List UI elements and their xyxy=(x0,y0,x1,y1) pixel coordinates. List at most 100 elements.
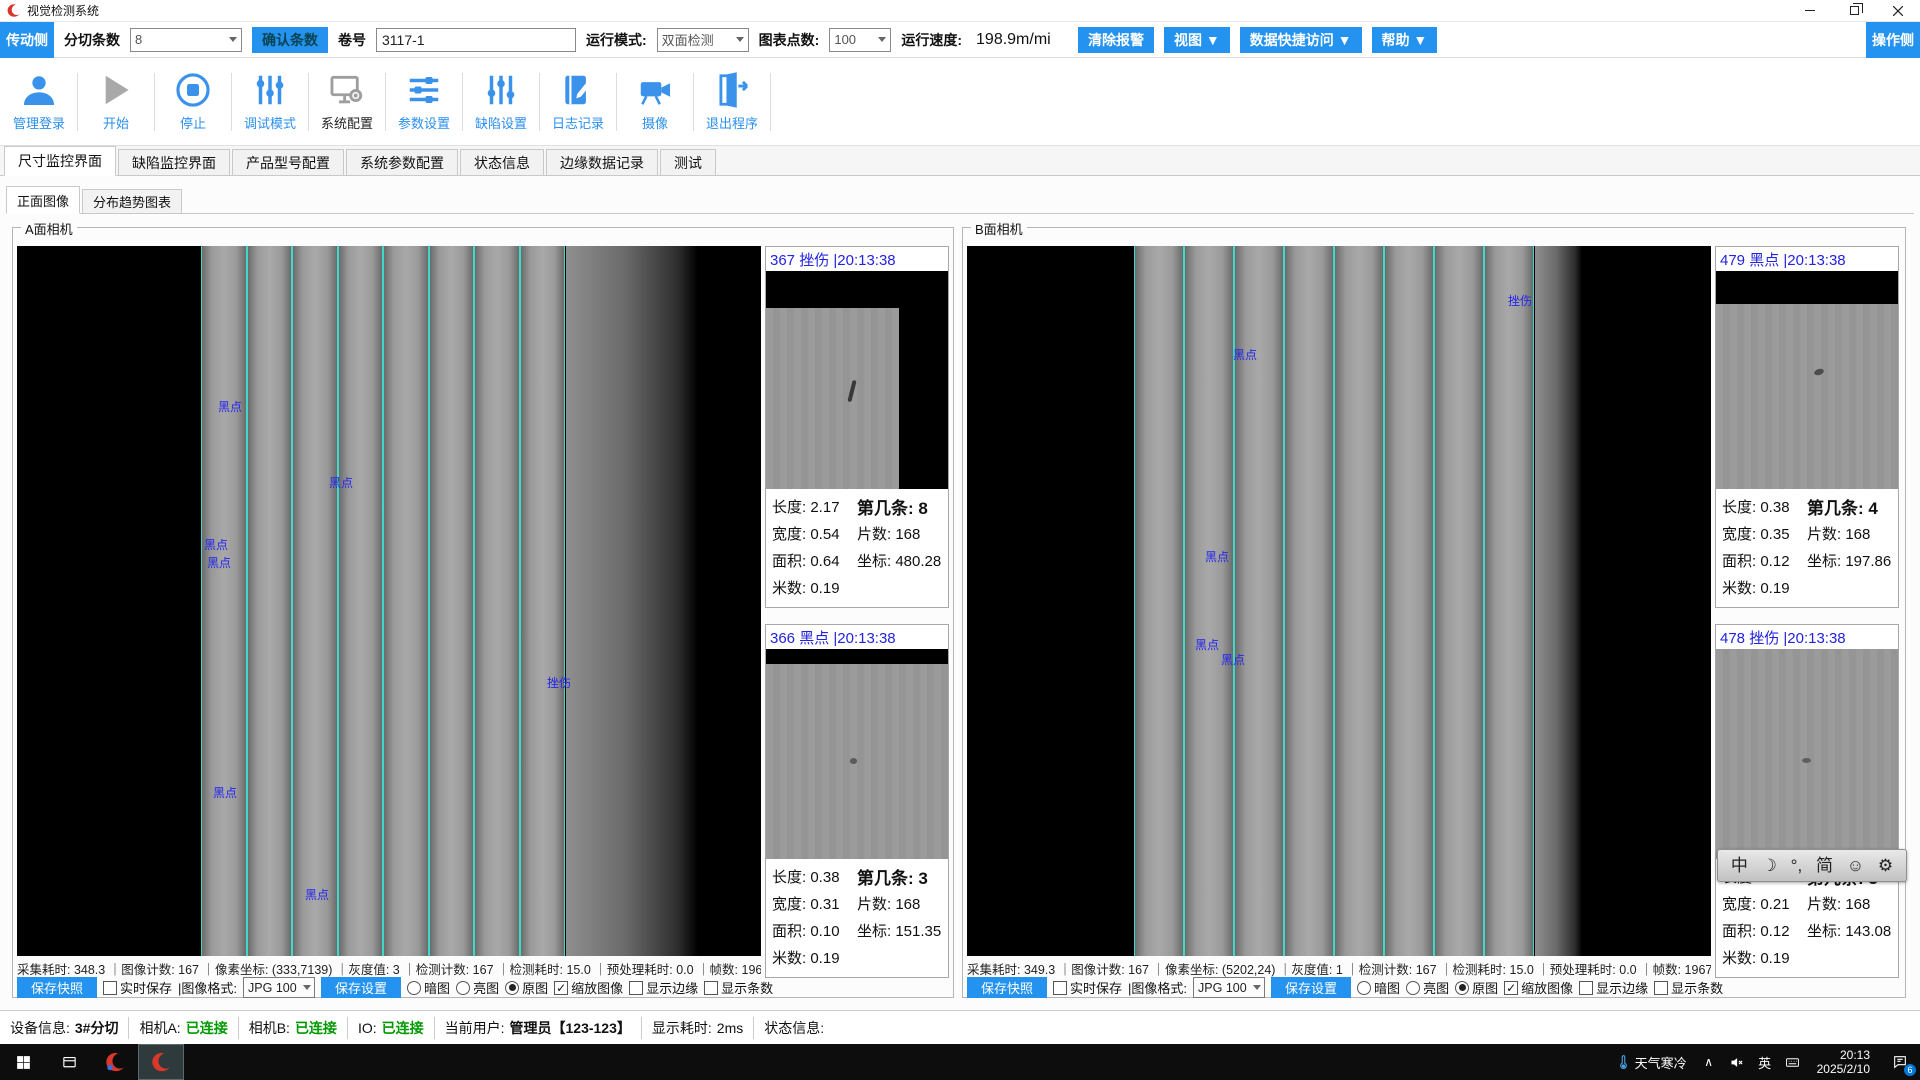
bright-image-radio[interactable] xyxy=(456,981,470,995)
measurement-value: 143.08 xyxy=(1845,923,1891,940)
checkbox-label: 显示条数 xyxy=(721,978,773,997)
checkbox-label: 实时保存 xyxy=(1070,978,1122,997)
measurement-label: 米数: xyxy=(1722,950,1760,967)
ime-settings-icon[interactable]: ⚙ xyxy=(1878,857,1893,874)
help-menu-button[interactable]: 帮助 ▼ xyxy=(1372,27,1438,53)
operator-side-button[interactable]: 操作侧 xyxy=(1866,22,1920,58)
measurement-label: 面积: xyxy=(1722,553,1760,570)
volume-button[interactable] xyxy=(1723,1044,1751,1080)
defect-measurements: 长度: 2.17第几条: 8宽度: 0.54片数: 168面积: 0.64坐标:… xyxy=(766,489,948,607)
clear-alarm-button[interactable]: 清除报警 xyxy=(1078,27,1154,53)
touch-keyboard-button[interactable] xyxy=(1779,1044,1807,1080)
view-menu-button[interactable]: 视图 ▼ xyxy=(1164,27,1230,53)
hidden-icons-button[interactable]: ∧ xyxy=(1695,1044,1723,1080)
material-edge xyxy=(566,246,698,956)
tab-3[interactable]: 系统参数配置 xyxy=(346,149,458,175)
save-settings-button[interactable]: 保存设置 xyxy=(321,977,401,998)
save-snapshot-button[interactable]: 保存快照 xyxy=(17,977,97,998)
start-button[interactable] xyxy=(0,1044,46,1080)
toolbar-separator xyxy=(539,73,540,131)
measurement-label: 坐标: xyxy=(1807,923,1845,940)
image-format-select[interactable]: JPG 100 xyxy=(1193,977,1265,998)
app-logo-icon xyxy=(104,1051,126,1073)
dark-image-radio[interactable] xyxy=(1357,981,1371,995)
thumbnail-material xyxy=(766,664,948,859)
ime-lang-indicator[interactable]: 中 xyxy=(1731,857,1748,874)
toolbar-button-log-record[interactable]: 日志记录 xyxy=(545,64,611,140)
action-center-button[interactable]: 6 xyxy=(1880,1044,1920,1080)
ime-moon-icon[interactable]: ☽ xyxy=(1762,857,1777,874)
tab-0[interactable]: 尺寸监控界面 xyxy=(4,146,116,176)
taskbar-app-inspection[interactable] xyxy=(92,1044,138,1080)
toolbar-button-admin-login[interactable]: 管理登录 xyxy=(6,64,72,140)
show-edge-checkbox[interactable] xyxy=(629,981,643,995)
ime-emoji-icon[interactable]: ☺ xyxy=(1847,857,1864,874)
save-settings-button[interactable]: 保存设置 xyxy=(1271,977,1351,998)
restore-button[interactable] xyxy=(1832,0,1876,21)
toolbar-button-stop[interactable]: 停止 xyxy=(160,64,226,140)
roll-number-input[interactable] xyxy=(376,28,576,52)
subtab-0[interactable]: 正面图像 xyxy=(6,186,80,214)
dark-image-radio[interactable] xyxy=(407,981,421,995)
defect-measurements: 长度: 0.38第几条: 4宽度: 0.35片数: 168面积: 0.12坐标:… xyxy=(1716,489,1898,607)
measurement-row: 宽度: 0.21片数: 168 xyxy=(1722,890,1892,917)
minimize-button[interactable] xyxy=(1788,0,1832,21)
panel-controls: 保存快照实时保存|图像格式:JPG 100保存设置暗图亮图原图✓缩放图像显示边缘… xyxy=(967,977,1711,998)
task-view-button[interactable] xyxy=(46,1044,92,1080)
bright-image-radio[interactable] xyxy=(1406,981,1420,995)
slit-count-select[interactable]: 8 xyxy=(130,28,242,52)
tab-6[interactable]: 测试 xyxy=(660,149,716,175)
save-snapshot-button[interactable]: 保存快照 xyxy=(967,977,1047,998)
defect-marker-label: 黑点 xyxy=(305,886,329,903)
taskbar-app-inspection-active[interactable] xyxy=(138,1044,184,1080)
toolbar-button-capture[interactable]: 摄像 xyxy=(622,64,688,140)
tab-2[interactable]: 产品型号配置 xyxy=(232,149,344,175)
measurement-label: 米数: xyxy=(772,950,810,967)
measurement-label: 第几条: xyxy=(1807,499,1868,518)
realtime-save-checkbox[interactable] xyxy=(1053,981,1067,995)
measurement-value: 197.86 xyxy=(1845,553,1891,570)
close-button[interactable] xyxy=(1876,0,1920,21)
status-value: 3#分切 xyxy=(75,1018,119,1038)
measurement-row: 面积: 0.12坐标: 143.08 xyxy=(1722,917,1892,944)
chart-points-select[interactable]: 100 xyxy=(829,28,891,52)
tab-5[interactable]: 边缘数据记录 xyxy=(546,149,658,175)
toolbar-button-start[interactable]: 开始 xyxy=(83,64,149,140)
drive-side-button[interactable]: 传动侧 xyxy=(0,22,54,58)
subtab-1[interactable]: 分布趋势图表 xyxy=(82,189,182,213)
cut-strip xyxy=(1434,246,1484,956)
realtime-save-checkbox[interactable] xyxy=(103,981,117,995)
taskbar-clock[interactable]: 20:13 2025/2/10 xyxy=(1807,1048,1880,1076)
toolbar-button-param-settings[interactable]: 参数设置 xyxy=(391,64,457,140)
cut-strip xyxy=(474,246,520,956)
toolbar-button-defect-settings[interactable]: 缺陷设置 xyxy=(468,64,534,140)
status-segment-3: IO:已连接 xyxy=(348,1017,435,1039)
app-statusbar: 设备信息:3#分切相机A:已连接相机B:已连接IO:已连接当前用户:管理员【12… xyxy=(0,1010,1920,1044)
measurement-label: 面积: xyxy=(1722,923,1760,940)
tab-4[interactable]: 状态信息 xyxy=(460,149,544,175)
toolbar-button-debug-mode[interactable]: 调试模式 xyxy=(237,64,303,140)
dark-image-item: 暗图 xyxy=(407,978,450,997)
zoom-image-checkbox[interactable]: ✓ xyxy=(1504,981,1518,995)
show-count-checkbox[interactable] xyxy=(1654,981,1668,995)
ime-punctuation-icon[interactable]: °, xyxy=(1791,857,1803,874)
toolbar-button-system-config[interactable]: 系统配置 xyxy=(314,64,380,140)
show-edge-checkbox[interactable] xyxy=(1579,981,1593,995)
image-format-select[interactable]: JPG 100 xyxy=(243,977,315,998)
zoom-image-checkbox[interactable]: ✓ xyxy=(554,981,568,995)
confirm-count-button[interactable]: 确认条数 xyxy=(252,27,328,53)
run-mode-select[interactable]: 双面检测 xyxy=(657,28,749,52)
toolbar-label-capture: 摄像 xyxy=(642,113,668,132)
data-quick-access-menu-button[interactable]: 数据快捷访问 ▼ xyxy=(1240,27,1362,53)
toolbar-button-exit-program[interactable]: 退出程序 xyxy=(699,64,765,140)
ime-language-button[interactable]: 英 xyxy=(1751,1044,1779,1080)
original-image-radio[interactable] xyxy=(505,981,519,995)
ime-simplified-icon[interactable]: 简 xyxy=(1816,857,1833,874)
main-content: 正面图像分布趋势图表 A面相机黑点黑点黑点黑点挫伤黑点黑点367 挫伤 |20:… xyxy=(0,176,1920,1010)
show-count-checkbox[interactable] xyxy=(704,981,718,995)
status-label: 状态信息: xyxy=(764,1018,824,1038)
weather-widget[interactable]: 天气寒冷 xyxy=(1608,1044,1695,1080)
tab-1[interactable]: 缺陷监控界面 xyxy=(118,149,230,175)
chart-points-label: 图表点数: xyxy=(759,30,820,50)
original-image-radio[interactable] xyxy=(1455,981,1469,995)
